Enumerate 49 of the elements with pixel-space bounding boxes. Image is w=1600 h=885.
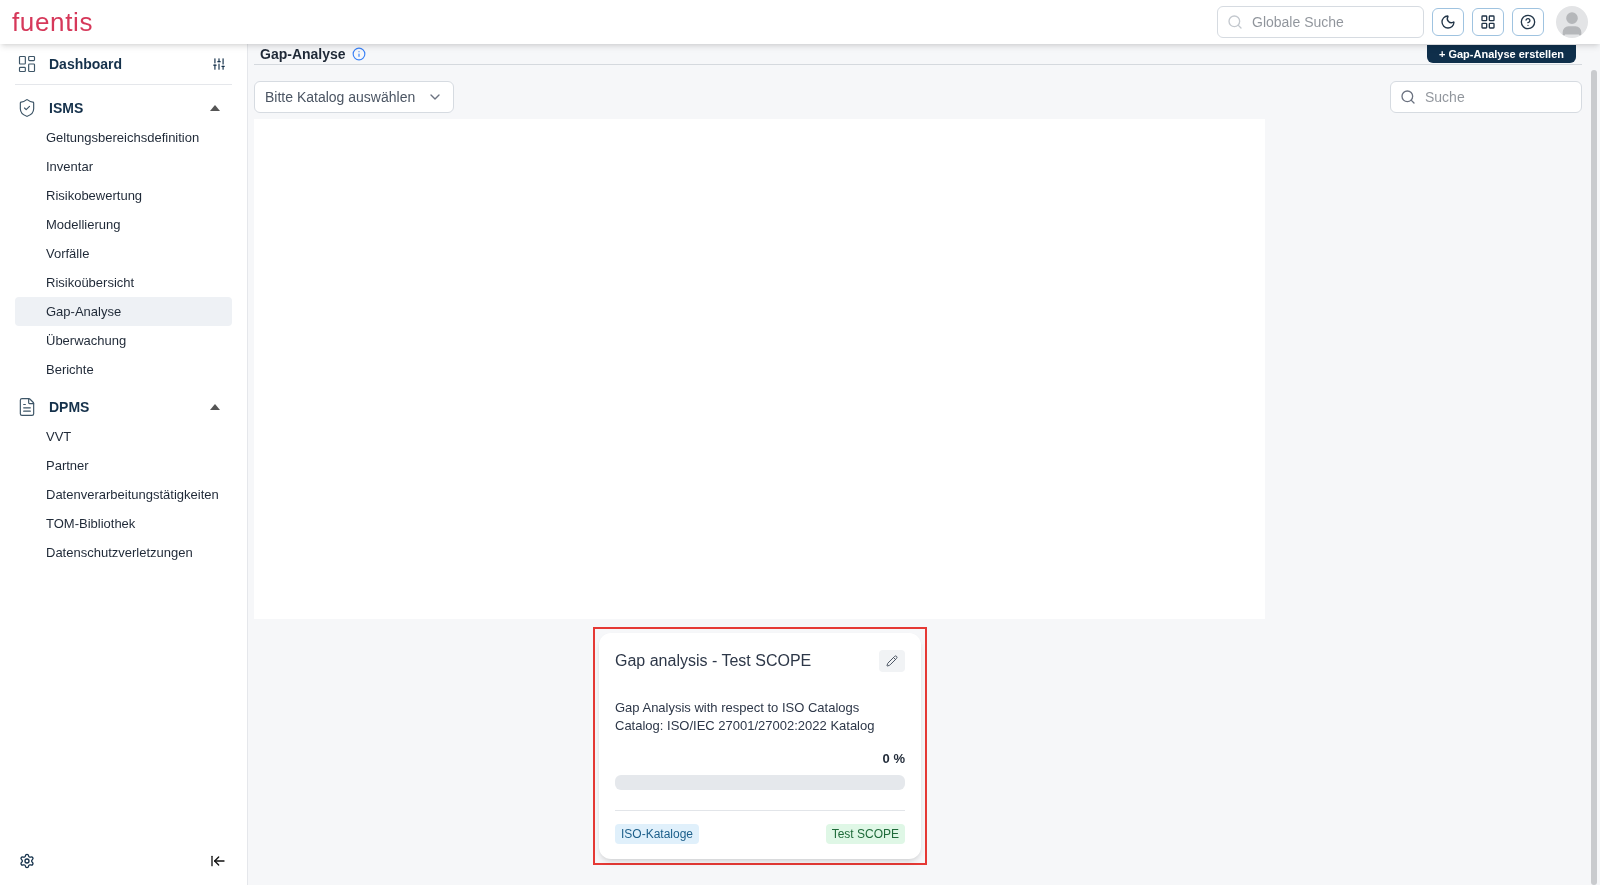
dashboard-icon — [17, 54, 37, 74]
nav-item[interactable]: Geltungsbereichsdefinition — [15, 123, 232, 152]
moon-icon — [1440, 14, 1456, 30]
card-catalog: Catalog: ISO/IEC 27001/27002:2022 Katalog — [615, 717, 876, 735]
nav-item[interactable]: TOM-Bibliothek — [15, 509, 232, 538]
nav-item[interactable]: VVT — [15, 422, 232, 451]
caret-icon — [210, 105, 220, 111]
dark-mode-button[interactable] — [1432, 8, 1464, 36]
search-icon — [1227, 14, 1243, 30]
edit-button[interactable] — [879, 650, 905, 672]
gap-analysis-card[interactable]: Gap analysis - Test SCOPE Gap Analysis with respect to ISO Catalogs Catalog: ISO/IEC 27001/27002:2022 Katalog 0 % ISO-Kataloge Test SCOPE — [599, 633, 921, 859]
nav-group[interactable]: ISMS — [15, 93, 232, 123]
tag: Test SCOPE — [825, 823, 905, 844]
document-icon — [17, 397, 37, 417]
collapse-sidebar-button[interactable] — [210, 853, 226, 869]
nav-item[interactable]: Dashboard — [15, 52, 232, 76]
nav-item[interactable]: Überwachung — [15, 326, 232, 355]
nav-item[interactable]: Modellierung — [15, 210, 232, 239]
info-icon — [351, 47, 366, 61]
nav-item[interactable]: Datenschutzverletzungen — [15, 538, 232, 567]
nav-item[interactable]: Datenverarbeitungstätigkeiten — [15, 480, 232, 509]
nav-group[interactable]: DPMS — [15, 392, 232, 422]
nav-item[interactable]: Risikobewertung — [15, 181, 232, 210]
nav-item[interactable]: Vorfälle — [15, 239, 232, 268]
grid-icon — [1480, 14, 1496, 30]
card-title: Gap analysis - Test SCOPE — [615, 651, 812, 671]
logo: fuentis — [12, 5, 94, 39]
help-icon — [1520, 14, 1536, 30]
pencil-icon — [886, 655, 898, 667]
nav-item[interactable]: Risikoübersicht — [15, 268, 232, 297]
create-gap-analysis-button[interactable]: + Gap-Analyse erstellen — [1426, 45, 1576, 63]
apps-button[interactable] — [1472, 8, 1504, 36]
nav-item[interactable]: Partner — [15, 451, 232, 480]
search-field[interactable]: Suche — [1390, 81, 1582, 113]
catalog-select[interactable]: Bitte Katalog auswählen — [254, 81, 454, 113]
nav-item[interactable]: Berichte — [15, 355, 232, 384]
shield-icon — [17, 98, 37, 118]
search-icon — [1400, 89, 1416, 105]
nav-item[interactable]: Gap-Analyse — [15, 297, 232, 326]
tag: ISO-Kataloge — [615, 823, 700, 844]
help-button[interactable] — [1512, 8, 1544, 36]
nav-item[interactable]: Inventar — [15, 152, 232, 181]
page-title: Gap-Analyse — [260, 47, 346, 61]
global-search-field[interactable]: Globale Suche — [1217, 6, 1424, 38]
settings-button[interactable] — [19, 853, 35, 869]
card-description: Gap Analysis with respect to ISO Catalogs — [615, 699, 861, 717]
sliders-icon — [212, 57, 226, 71]
caret-icon — [210, 404, 220, 410]
progress-percent: 0 % — [882, 750, 905, 768]
